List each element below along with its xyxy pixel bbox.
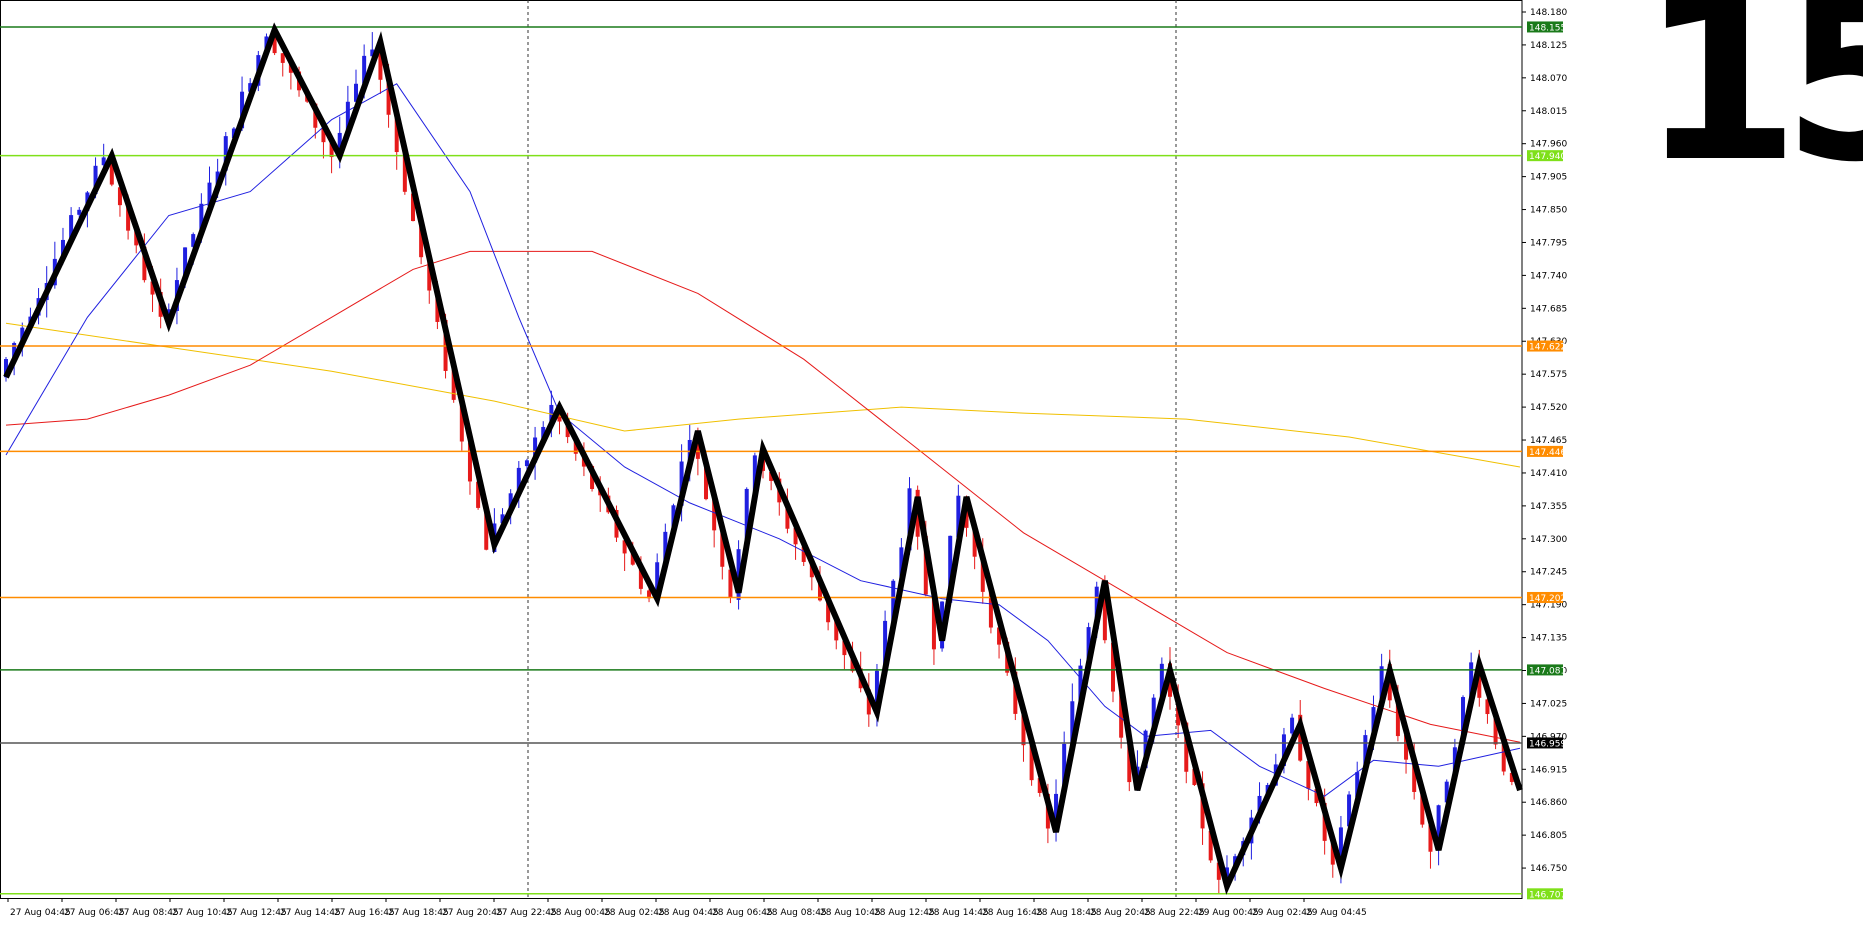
time-tick-label: 28 Aug 14:45 [928, 908, 989, 918]
time-tick-label: 27 Aug 08:45 [118, 908, 179, 918]
time-tick-label: 28 Aug 08:45 [766, 908, 827, 918]
time-tick-label: 28 Aug 20:45 [1090, 908, 1151, 918]
level-price-label: 147.202 [1529, 594, 1566, 604]
price-tick-label: 147.575 [1530, 370, 1567, 380]
time-tick-label: 28 Aug 04:45 [658, 908, 719, 918]
candle-body [524, 460, 529, 467]
price-tick-label: 148.180 [1530, 8, 1567, 18]
price-tick-label: 147.245 [1530, 568, 1567, 578]
time-tick-label: 27 Aug 06:45 [64, 908, 125, 918]
time-tick-label: 29 Aug 04:45 [1306, 908, 1367, 918]
time-tick-label: 27 Aug 04:45 [10, 908, 71, 918]
time-tick-label: 28 Aug 22:45 [1144, 908, 1205, 918]
price-tick-label: 147.960 [1530, 140, 1567, 150]
time-tick-label: 28 Aug 16:45 [982, 908, 1043, 918]
price-tick-label: 147.465 [1530, 436, 1567, 446]
time-tick-label: 27 Aug 22:45 [496, 908, 557, 918]
level-price-label: 146.959 [1529, 739, 1566, 749]
price-tick-label: 146.860 [1530, 798, 1567, 808]
candle-body [1290, 717, 1295, 734]
level-price-label: 147.622 [1529, 343, 1566, 353]
price-tick-label: 147.355 [1530, 502, 1567, 512]
price-tick-label: 147.025 [1530, 699, 1567, 709]
chart-svg: 148.180 148.125 148.070 148.015 147.960 147.9… [0, 0, 1567, 918]
level-price-label: 148.155 [1529, 23, 1566, 33]
price-tick-label: 146.750 [1530, 864, 1567, 874]
time-tick-label: 27 Aug 20:45 [442, 908, 503, 918]
time-tick-label: 27 Aug 16:45 [334, 908, 395, 918]
price-tick-label: 147.850 [1530, 206, 1567, 216]
price-tick-label: 146.915 [1530, 765, 1567, 775]
time-tick-label: 29 Aug 00:45 [1198, 908, 1259, 918]
price-tick-label: 148.070 [1530, 74, 1567, 84]
ma-blue-line [5, 83, 1521, 797]
level-price-label: 147.446 [1529, 448, 1566, 458]
price-tick-label: 146.805 [1530, 831, 1567, 841]
price-tick-label: 148.015 [1530, 107, 1567, 117]
level-price-label: 147.081 [1529, 666, 1566, 676]
price-tick-label: 147.685 [1530, 304, 1567, 314]
time-tick-label: 27 Aug 10:45 [172, 908, 233, 918]
time-tick-label: 29 Aug 02:45 [1252, 908, 1313, 918]
price-tick-label: 147.520 [1530, 403, 1567, 413]
ma-red-line [5, 250, 1521, 743]
price-chart[interactable]: 148.180 148.125 148.070 148.015 147.960 147.9… [0, 0, 1863, 922]
time-tick-label: 28 Aug 10:45 [820, 908, 881, 918]
price-tick-label: 147.905 [1530, 173, 1567, 183]
level-price-label: 147.940 [1529, 152, 1566, 162]
price-tick-label: 147.740 [1530, 271, 1567, 281]
time-tick-label: 27 Aug 18:45 [388, 908, 449, 918]
timeframe-number: 15 [1640, 0, 1863, 213]
time-tick-label: 28 Aug 06:45 [712, 908, 773, 918]
time-tick-label: 28 Aug 18:45 [1036, 908, 1097, 918]
level-price-label: 146.707 [1529, 890, 1566, 900]
price-tick-label: 147.410 [1530, 469, 1567, 479]
price-tick-label: 147.795 [1530, 238, 1567, 248]
time-tick-label: 28 Aug 12:45 [874, 908, 935, 918]
price-tick-label: 148.125 [1530, 41, 1567, 51]
price-tick-label: 147.300 [1530, 535, 1567, 545]
time-tick-label: 27 Aug 12:45 [226, 908, 287, 918]
zigzag-line [3, 22, 1523, 895]
price-tick-label: 147.135 [1530, 634, 1567, 644]
time-tick-label: 28 Aug 00:45 [550, 908, 611, 918]
time-tick-label: 27 Aug 14:45 [280, 908, 341, 918]
time-tick-label: 28 Aug 02:45 [604, 908, 665, 918]
